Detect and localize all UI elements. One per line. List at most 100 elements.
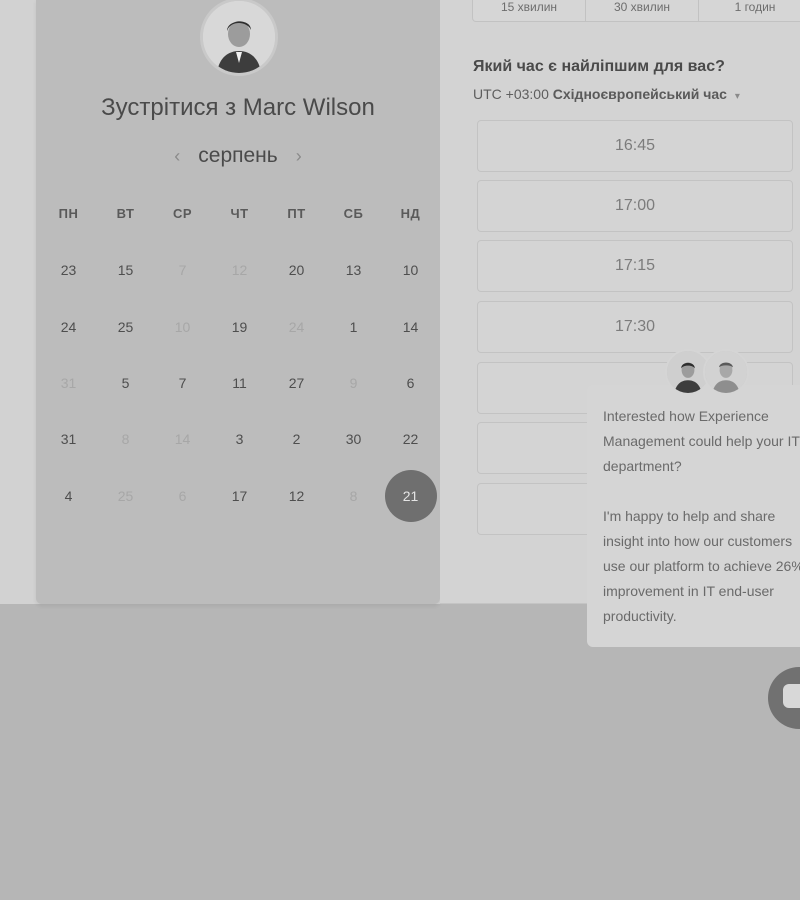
calendar-day[interactable]: 23 xyxy=(40,242,97,298)
calendar-day[interactable]: 3 xyxy=(211,411,268,467)
calendar-day[interactable]: 27 xyxy=(268,355,325,411)
duration-tabs: 15 хвилин 30 хвилин 1 годин xyxy=(472,0,800,22)
calendar-day[interactable]: 25 xyxy=(97,298,154,354)
timezone-offset: UTC +03:00 xyxy=(473,86,549,102)
calendar-day[interactable]: 12 xyxy=(268,468,325,524)
calendar-day-number: 25 xyxy=(117,318,134,335)
calendar-day[interactable]: 20 xyxy=(268,242,325,298)
calendar-day: 6 xyxy=(154,468,211,524)
calendar-day[interactable]: 6 xyxy=(382,355,439,411)
calendar-day-number: 31 xyxy=(60,431,77,448)
calendar-day-number: 6 xyxy=(406,374,415,391)
calendar-day: 9 xyxy=(325,355,382,411)
weekday-label: СБ xyxy=(343,206,364,221)
chat-agent-avatars xyxy=(665,349,749,395)
calendar-day: 24 xyxy=(268,298,325,354)
calendar-day[interactable]: 22 xyxy=(382,411,439,467)
calendar-day[interactable]: 5 xyxy=(97,355,154,411)
calendar-day-number: 23 xyxy=(60,262,77,279)
calendar-day-number: 7 xyxy=(178,262,187,279)
calendar-day-number: 14 xyxy=(402,318,419,335)
time-slot[interactable]: 16:45 xyxy=(477,120,793,172)
weekday-label: НД xyxy=(400,206,421,221)
calendar-day-number: 10 xyxy=(402,262,419,279)
calendar-day-number: 20 xyxy=(288,262,305,279)
time-slot[interactable]: 17:15 xyxy=(477,240,793,292)
calendar-day-number: 10 xyxy=(174,318,191,335)
calendar-day[interactable]: 17 xyxy=(211,468,268,524)
tab-duration-30[interactable]: 30 хвилин xyxy=(586,0,699,21)
calendar-day: 8 xyxy=(97,411,154,467)
calendar-day-number: 30 xyxy=(345,431,362,448)
weekday-label: ПТ xyxy=(287,206,306,221)
calendar-day-number: 8 xyxy=(349,487,358,504)
calendar-day[interactable]: 15 xyxy=(97,242,154,298)
calendar-day-number: 14 xyxy=(174,431,191,448)
calendar-day-number: 7 xyxy=(178,374,187,391)
timezone-name: Східноєвропейський час xyxy=(552,86,727,102)
chevron-right-icon[interactable]: › xyxy=(296,146,302,167)
calendar-day-number: 3 xyxy=(235,431,244,448)
calendar-day[interactable]: 19 xyxy=(211,298,268,354)
calendar-day: 7 xyxy=(154,242,211,298)
calendar-day[interactable]: 24 xyxy=(40,298,97,354)
calendar-day[interactable]: 10 xyxy=(382,242,439,298)
tab-duration-60[interactable]: 1 годин xyxy=(699,0,800,21)
calendar-day-number: 24 xyxy=(60,318,77,335)
calendar-day: 10 xyxy=(154,298,211,354)
calendar-day[interactable]: 1 xyxy=(325,298,382,354)
month-navigation: ‹ серпень › xyxy=(36,144,440,168)
calendar-day[interactable]: 7 xyxy=(154,355,211,411)
calendar-day[interactable]: 4 xyxy=(40,468,97,524)
weekday-label: ПН xyxy=(58,206,79,221)
calendar-day[interactable]: 13 xyxy=(325,242,382,298)
calendar-day-number: 15 xyxy=(117,262,134,279)
calendar-day-number: 13 xyxy=(345,262,362,279)
caret-down-icon: ▾ xyxy=(734,91,740,102)
calendar-day-number: 27 xyxy=(288,374,305,391)
weekday-label: СР xyxy=(172,206,193,221)
chat-bubble-icon xyxy=(783,684,800,708)
calendar-day[interactable]: 31 xyxy=(40,411,97,467)
tab-duration-15[interactable]: 15 хвилин xyxy=(473,0,586,21)
host-avatar xyxy=(200,0,278,76)
time-slot[interactable]: 17:30 xyxy=(477,301,793,353)
calendar-day[interactable]: 14 xyxy=(382,298,439,354)
calendar-day-number: 12 xyxy=(231,262,248,279)
calendar-day-number: 22 xyxy=(402,431,419,448)
chevron-left-icon[interactable]: ‹ xyxy=(174,146,180,167)
page-title: Зустрітися з Marc Wilson xyxy=(101,94,375,121)
chat-message: Interested how Experience Management cou… xyxy=(603,408,800,624)
time-slot[interactable]: 17:00 xyxy=(477,180,793,232)
calendar-day[interactable]: 2 xyxy=(268,411,325,467)
calendar-day-number: 2 xyxy=(292,431,301,448)
calendar-day-number: 5 xyxy=(121,374,130,391)
calendar-day-number: 12 xyxy=(288,487,305,504)
calendar-day-number: 24 xyxy=(288,318,305,335)
calendar-day: 8 xyxy=(325,468,382,524)
timezone-selector[interactable]: UTC +03:00 Східноєвропейський час ▾ xyxy=(473,86,740,102)
calendar-day: 31 xyxy=(40,355,97,411)
calendar-day: 25 xyxy=(97,468,154,524)
calendar-day-number: 6 xyxy=(178,487,187,504)
calendar-day-number: 19 xyxy=(231,318,248,335)
calendar-day-number: 11 xyxy=(232,374,247,391)
month-label: серпень xyxy=(198,144,278,167)
calendar-day-number: 4 xyxy=(64,487,73,504)
calendar-day: 14 xyxy=(154,411,211,467)
time-question: Який час є найліпшим для вас? xyxy=(473,58,725,75)
calendar-day-number: 25 xyxy=(117,487,134,504)
calendar-day-number: 1 xyxy=(349,318,358,335)
calendar-day: 12 xyxy=(211,242,268,298)
calendar-grid: 23 15 7 12 20 13 10 24 25 10 19 24 1 14 31 5 7 11 27 9 6 31 8 1… xyxy=(40,242,438,524)
agent-avatar xyxy=(703,349,749,395)
calendar-day-number: 17 xyxy=(231,487,248,504)
calendar-day-selected[interactable]: 21 xyxy=(382,468,439,524)
calendar-day[interactable]: 30 xyxy=(325,411,382,467)
calendar-day[interactable]: 11 xyxy=(211,355,268,411)
weekday-label: ВТ xyxy=(116,206,135,221)
weekday-label: ЧТ xyxy=(230,206,249,221)
chat-launcher-button[interactable] xyxy=(768,667,800,729)
calendar-day-number: 9 xyxy=(349,374,358,391)
calendar-day-number: 8 xyxy=(121,431,130,448)
